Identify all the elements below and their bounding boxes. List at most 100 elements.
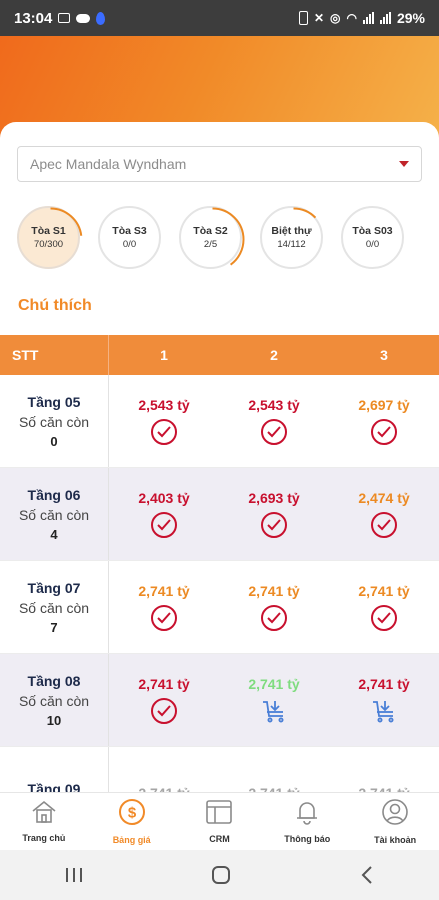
remaining-label: Số căn còn — [18, 599, 90, 616]
floor-cell: Tầng 08 Số căn còn 10 — [0, 654, 109, 746]
nav-item-home[interactable]: Trang chủ — [0, 793, 88, 850]
floor-name: Tầng 08 — [27, 672, 81, 689]
remaining-count: 4 — [50, 526, 58, 542]
wifi-icon: ◠ — [346, 11, 357, 25]
mute-icon: ✕ — [313, 11, 324, 25]
remaining-count: 0 — [50, 433, 58, 449]
nav-item-bell[interactable]: Thông báo — [263, 793, 351, 850]
table-row: Tầng 08 Số căn còn 10 2,741 tỷ 2,741 tỷ 2,741… — [0, 654, 439, 747]
remaining-label: Số căn còn — [18, 692, 90, 709]
nav-item-user[interactable]: Tài khoản — [351, 793, 439, 850]
unit-cell[interactable]: 2,741 tỷ — [109, 654, 219, 746]
floor-cell: Tầng 06 Số căn còn 4 — [0, 468, 109, 560]
unit-price: 2,403 tỷ — [138, 490, 190, 506]
unit-price: 2,474 tỷ — [358, 490, 410, 506]
unit-cell[interactable]: 2,741 tỷ — [219, 561, 329, 653]
tower-name: Tòa S3 — [112, 225, 147, 237]
remaining-count: 7 — [50, 619, 58, 635]
header-col-1: 1 — [160, 347, 168, 363]
check-circle-icon — [151, 605, 177, 631]
tower-chip-4[interactable]: Tòa S03 0/0 — [341, 206, 404, 269]
floor-cell: Tầng 05 Số căn còn 0 — [0, 375, 109, 467]
tower-chip-1[interactable]: Tòa S3 0/0 — [98, 206, 161, 269]
nav-label: Bảng giá — [112, 835, 151, 845]
check-circle-icon — [261, 512, 287, 538]
bell-icon — [294, 799, 320, 830]
unit-cell[interactable]: 2,741 tỷ — [109, 561, 219, 653]
cart-download-icon — [373, 701, 394, 723]
floor-name: Tầng 05 — [27, 393, 81, 410]
unit-cell[interactable]: 2,741 tỷ — [329, 654, 439, 746]
floor-name: Tầng 06 — [27, 486, 81, 503]
tower-chip-0[interactable]: Tòa S1 70/300 — [17, 206, 83, 272]
cart-download-icon — [263, 701, 284, 723]
tower-chip-2[interactable]: Tòa S2 2/5 — [179, 206, 245, 272]
unit-price: 2,693 tỷ — [248, 490, 300, 506]
unit-price: 2,741 tỷ — [248, 676, 300, 692]
tower-count: 0/0 — [122, 239, 137, 250]
unit-cell[interactable]: 2,741 tỷ — [329, 747, 439, 792]
price-board-card: Apec Mandala Wyndham Tòa S1 70/300 Tòa S3 0… — [0, 122, 439, 792]
floor-cell: Tầng 07 Số căn còn 7 — [0, 561, 109, 653]
gallery-icon — [58, 13, 71, 23]
nav-item-dollar-circle[interactable]: $ Bảng giá — [88, 793, 176, 850]
table-row: Tầng 09 2,741 tỷ 2,741 tỷ 2,741 tỷ — [0, 747, 439, 792]
unit-cell[interactable]: 2,403 tỷ — [109, 468, 219, 560]
unit-cell[interactable]: 2,474 tỷ — [329, 468, 439, 560]
unit-cell[interactable]: 2,543 tỷ — [109, 375, 219, 467]
unit-price: 2,741 tỷ — [138, 583, 190, 599]
svg-text:$: $ — [128, 805, 137, 822]
unit-price: 2,741 tỷ — [248, 583, 300, 599]
unit-price: 2,543 tỷ — [138, 397, 190, 413]
header-stt: STT — [0, 335, 109, 375]
check-circle-icon — [261, 605, 287, 631]
bottom-navigation: Trang chủ $ Bảng giá CRM Thông báo Tài khoản — [0, 792, 439, 850]
unit-cell[interactable]: 2,693 tỷ — [219, 468, 329, 560]
legend-title[interactable]: Chú thích — [18, 297, 92, 315]
project-select[interactable]: Apec Mandala Wyndham — [17, 146, 422, 182]
nav-label: Tài khoản — [374, 835, 417, 845]
unit-cell[interactable]: 2,543 tỷ — [219, 375, 329, 467]
home-button-icon[interactable] — [211, 865, 231, 885]
nav-label: Thông báo — [284, 834, 331, 844]
floor-name: Tầng 09 — [27, 781, 81, 792]
floor-name: Tầng 07 — [27, 579, 81, 596]
nav-label: CRM — [209, 834, 230, 844]
table-row: Tầng 06 Số căn còn 4 2,403 tỷ 2,693 tỷ 2,474 … — [0, 468, 439, 561]
check-circle-icon — [371, 605, 397, 631]
chevron-down-icon — [399, 161, 409, 167]
unit-cell[interactable]: 2,697 tỷ — [329, 375, 439, 467]
floor-cell: Tầng 09 — [0, 747, 109, 792]
remaining-label: Số căn còn — [18, 413, 90, 430]
tower-progress-ring — [261, 207, 326, 272]
battery-level: 29% — [396, 10, 425, 26]
home-icon — [31, 800, 57, 829]
unit-price: 2,741 tỷ — [138, 785, 189, 792]
unit-cell[interactable]: 2,741 tỷ — [219, 747, 329, 792]
dollar-circle-icon: $ — [118, 798, 146, 831]
unit-cell[interactable]: 2,741 tỷ — [219, 654, 329, 746]
status-bar: 13:04 ✕ ◎ ◠ 29% — [0, 0, 439, 36]
tower-progress-ring — [180, 207, 245, 272]
status-time: 13:04 — [14, 9, 53, 27]
drop-icon — [96, 11, 106, 25]
check-circle-icon — [151, 419, 177, 445]
unit-cell[interactable]: 2,741 tỷ — [329, 561, 439, 653]
header-col-3: 3 — [380, 347, 388, 363]
tower-name: Tòa S03 — [352, 225, 393, 237]
nav-label: Trang chủ — [22, 833, 66, 843]
check-circle-icon — [151, 698, 177, 724]
project-select-value: Apec Mandala Wyndham — [30, 156, 187, 172]
unit-cell[interactable]: 2,741 tỷ — [109, 747, 219, 792]
header-col-2: 2 — [270, 347, 278, 363]
tower-chip-3[interactable]: Biệt thự 14/112 — [260, 206, 326, 272]
cloud-icon — [76, 13, 91, 23]
signal-icon — [362, 12, 374, 24]
user-icon — [381, 798, 409, 831]
unit-price: 2,741 tỷ — [358, 785, 409, 792]
nav-item-crm[interactable]: CRM — [176, 793, 264, 850]
back-icon[interactable] — [359, 865, 375, 885]
table-row: Tầng 07 Số căn còn 7 2,741 tỷ 2,741 tỷ 2,741 … — [0, 561, 439, 654]
recent-apps-icon[interactable] — [64, 866, 84, 884]
battery-saver-icon — [298, 11, 308, 25]
